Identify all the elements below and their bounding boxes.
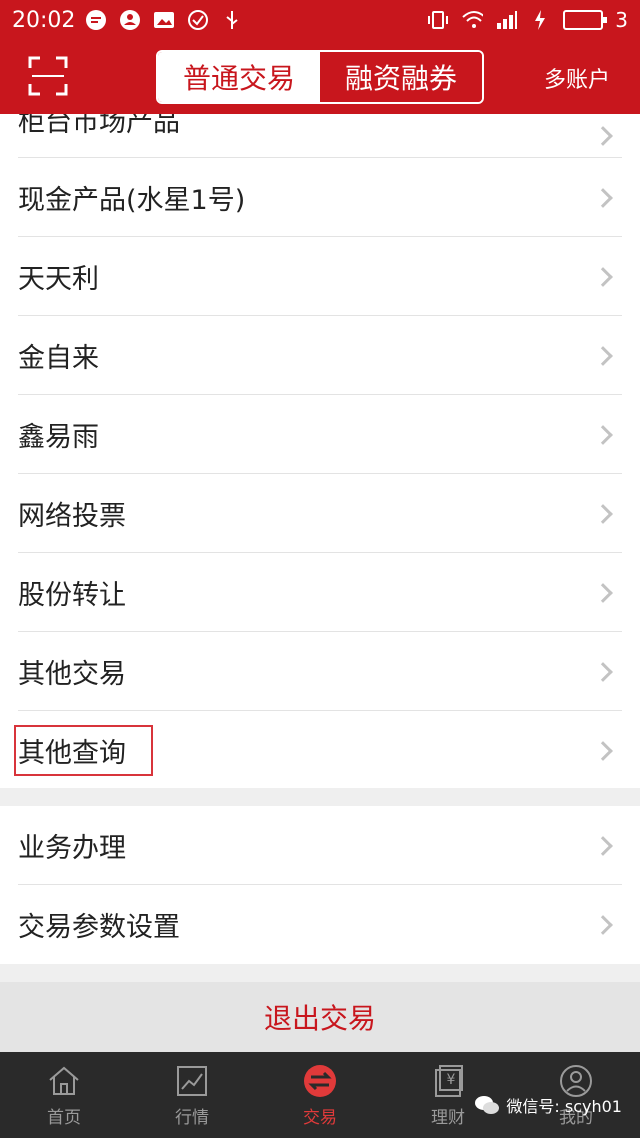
list-item-label: 业务办理 [18,833,126,864]
status-icons-left [85,9,243,31]
trade-type-switch: 普通交易 融资融券 [156,50,484,104]
settings-menu-list: 业务办理 交易参数设置 [0,806,640,964]
tab-normal-trade[interactable]: 普通交易 [158,52,320,102]
tab-label: 行情 [175,1107,209,1128]
list-item[interactable]: 网络投票 [0,474,640,553]
watermark-text: 微信号: scyh01 [506,1097,622,1116]
tab-label: 理财 [431,1107,465,1128]
list-item[interactable]: 柜台市场产品 [0,114,640,158]
list-item-label: 金自来 [18,343,99,374]
tab-trade[interactable]: 交易 [256,1052,384,1138]
trade-menu-list: 柜台市场产品 现金产品(水星1号) 天天利 金自来 鑫易雨 网络投票 股份转让 … [0,114,640,788]
list-item[interactable]: 金自来 [0,316,640,395]
multi-account-button[interactable]: 多账户 [544,62,610,94]
image-icon [153,9,175,31]
tab-home[interactable]: 首页 [0,1052,128,1138]
chevron-right-icon [593,126,613,146]
logout-button[interactable]: 退出交易 [0,982,640,1052]
chevron-right-icon [593,582,613,603]
list-item-label: 交易参数设置 [18,912,180,943]
vibrate-icon [427,9,449,31]
user-icon [119,9,141,31]
tab-label: 首页 [47,1107,81,1128]
charging-icon [529,9,551,31]
chart-icon [174,1063,210,1099]
list-item[interactable]: 现金产品(水星1号) [0,158,640,237]
status-bar: 20:02 3 [0,0,640,40]
chevron-right-icon [593,740,613,761]
check-icon [187,9,209,31]
signal-icon [495,9,518,31]
wifi-icon [461,9,484,31]
list-item-label: 网络投票 [18,501,126,532]
list-item-label: 鑫易雨 [18,422,99,453]
tab-market[interactable]: 行情 [128,1052,256,1138]
tab-label: 交易 [303,1107,337,1128]
chevron-right-icon [593,345,613,366]
svg-text:¥: ¥ [447,1072,456,1088]
list-item[interactable]: 天天利 [0,237,640,316]
list-item-label: 股份转让 [18,580,126,611]
battery-level: 3 [615,8,628,32]
wechat-icon [475,1096,500,1114]
list-item[interactable]: 其他交易 [0,632,640,711]
status-time: 20:02 [12,7,76,33]
scan-icon [28,56,68,96]
list-item-label: 现金产品(水星1号) [18,185,246,216]
list-item[interactable]: 鑫易雨 [0,395,640,474]
app-header: 普通交易 融资融券 多账户 [0,40,640,114]
list-item-label: 天天利 [18,264,99,295]
chevron-right-icon [593,187,613,208]
list-item[interactable]: 交易参数设置 [0,885,640,964]
highlight-box [14,725,153,776]
battery-icon [563,10,608,30]
chevron-right-icon [593,661,613,682]
chevron-right-icon [593,914,613,935]
chevron-right-icon [593,266,613,287]
trade-icon [302,1063,338,1099]
chevron-right-icon [593,424,613,445]
finance-icon: ¥ [430,1063,466,1099]
scan-button[interactable] [28,56,68,96]
usb-icon [221,9,243,31]
chevron-right-icon [593,503,613,524]
tab-margin-trade[interactable]: 融资融券 [320,52,482,102]
status-icons-right: 3 [427,8,628,32]
list-item-label: 柜台市场产品 [18,114,180,138]
list-item-other-query[interactable]: 其他查询 [0,711,640,790]
list-item-label: 其他交易 [18,659,126,690]
home-icon [46,1063,82,1099]
list-item[interactable]: 股份转让 [0,553,640,632]
message-icon [85,9,107,31]
wechat-watermark: 微信号: scyh01 [474,1093,622,1117]
list-item[interactable]: 业务办理 [0,806,640,885]
chevron-right-icon [593,835,613,856]
